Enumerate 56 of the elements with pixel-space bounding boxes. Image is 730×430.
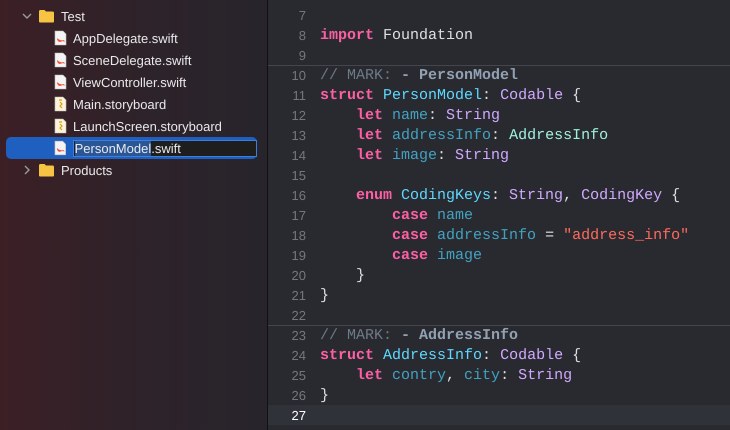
folder-name[interactable]: Products [61, 162, 112, 178]
storyboard-file-icon [54, 96, 67, 112]
line-number: 23 [290, 328, 307, 343]
swift-file-icon [54, 30, 67, 46]
code-line: let contry, city: String [355, 367, 572, 384]
code-line: struct PersonModel: Codable { [319, 87, 582, 104]
code-line: let name: String [355, 107, 500, 124]
line-number: 25 [290, 368, 307, 383]
code-line: import Foundation [319, 27, 474, 44]
line-number: 17 [290, 208, 307, 223]
code-line: case addressInfo = "address_info" [391, 227, 690, 244]
line-number: 19 [290, 248, 307, 263]
line-number: 9 [298, 48, 307, 63]
file-name[interactable]: ViewController.swift [73, 74, 186, 90]
file-name[interactable]: SceneDelegate.swift [73, 52, 192, 68]
code-line: let addressInfo: AddressInfo [355, 127, 608, 144]
chevron-right-icon[interactable] [22, 165, 32, 175]
line-number: 27 [290, 408, 307, 423]
file-name[interactable]: AppDelegate.swift [73, 30, 178, 46]
line-number: 16 [290, 188, 307, 203]
file-row[interactable]: PersonModel.swift [6, 137, 257, 159]
line-number: 13 [290, 128, 307, 143]
folder-name[interactable]: Test [61, 8, 85, 24]
line-number: 20 [290, 268, 307, 283]
swift-file-icon [54, 52, 67, 68]
line-number: 18 [290, 228, 307, 243]
file-name[interactable]: Main.storyboard [73, 96, 166, 112]
line-number: 8 [298, 28, 307, 43]
rename-field[interactable]: PersonModel.swift [72, 140, 257, 156]
folder-icon [38, 163, 55, 177]
line-number: 15 [290, 168, 307, 183]
line-number: 10 [290, 68, 307, 83]
code-line: case image [391, 247, 482, 264]
line-number: 14 [290, 148, 307, 163]
code-line: let image: String [355, 147, 510, 164]
swift-file-icon [54, 140, 67, 156]
storyboard-file-icon [54, 118, 67, 134]
code-line: enum CodingKeys: String, CodingKey { [355, 187, 680, 204]
code-line: } [319, 287, 330, 304]
line-number: 26 [290, 388, 307, 403]
code-line: struct AddressInfo: Codable { [319, 347, 582, 364]
swift-file-icon [54, 74, 67, 90]
code-line: case name [391, 207, 474, 224]
line-number: 12 [290, 108, 307, 123]
folder-icon [38, 9, 55, 23]
line-number: 22 [290, 308, 307, 323]
file-name[interactable]: LaunchScreen.storyboard [73, 118, 222, 134]
code-line: // MARK: - PersonModel [319, 67, 518, 84]
code-line: } [355, 267, 366, 284]
line-number: 21 [290, 288, 307, 303]
line-number: 24 [290, 348, 307, 363]
chevron-down-icon[interactable] [22, 11, 32, 21]
code-line: } [319, 387, 330, 404]
line-number: 7 [298, 8, 307, 23]
line-number: 11 [292, 88, 307, 103]
code-line: // MARK: - AddressInfo [319, 327, 518, 344]
